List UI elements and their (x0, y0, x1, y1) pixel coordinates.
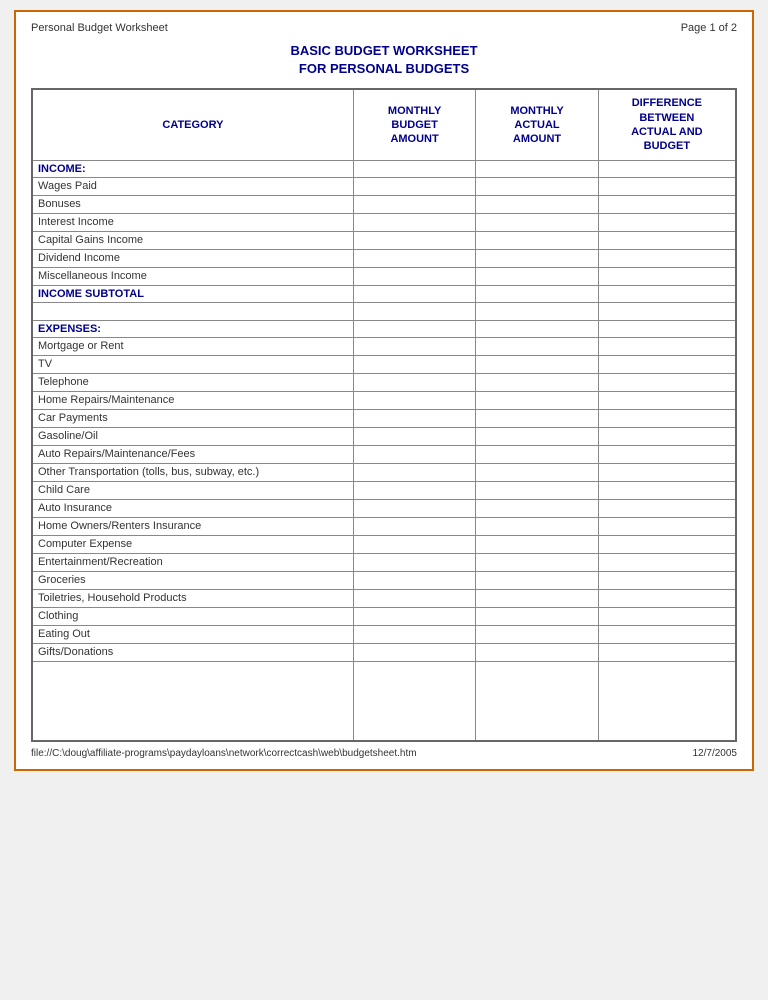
table-row: Auto Repairs/Maintenance/Fees (32, 445, 736, 463)
col-header-difference: DIFFERENCEBETWEENACTUAL ANDBUDGET (598, 89, 736, 160)
table-row: Toiletries, Household Products (32, 589, 736, 607)
bottom-empty-row (32, 661, 736, 741)
page-header: Personal Budget Worksheet Page 1 of 2 (31, 22, 737, 34)
table-row: Gasoline/Oil (32, 427, 736, 445)
table-row: Groceries (32, 571, 736, 589)
budget-table: CATEGORY MONTHLYBUDGETAMOUNT MONTHLYACTU… (31, 88, 737, 742)
table-row: Computer Expense (32, 535, 736, 553)
separator-row (32, 302, 736, 320)
col-header-category: CATEGORY (32, 89, 353, 160)
table-row: Eating Out (32, 625, 736, 643)
table-row: Other Transportation (tolls, bus, subway… (32, 463, 736, 481)
table-row: Child Care (32, 481, 736, 499)
page-footer: file://C:\doug\affiliate-programs\payday… (31, 748, 737, 759)
income-subtotal-row: INCOME SUBTOTAL (32, 285, 736, 302)
table-row: Entertainment/Recreation (32, 553, 736, 571)
table-row: Car Payments (32, 409, 736, 427)
table-row: Mortgage or Rent (32, 337, 736, 355)
table-row: Bonuses (32, 195, 736, 213)
table-row: Auto Insurance (32, 499, 736, 517)
main-title: BASIC BUDGET WORKSHEET FOR PERSONAL BUDG… (31, 42, 737, 78)
col-header-monthly-actual: MONTHLYACTUALAMOUNT (476, 89, 598, 160)
table-row: Gifts/Donations (32, 643, 736, 661)
table-row: Dividend Income (32, 249, 736, 267)
table-row: Home Owners/Renters Insurance (32, 517, 736, 535)
table-row: Wages Paid (32, 177, 736, 195)
table-row: Miscellaneous Income (32, 267, 736, 285)
table-row: Home Repairs/Maintenance (32, 391, 736, 409)
table-row: Telephone (32, 373, 736, 391)
col-header-monthly-budget: MONTHLYBUDGETAMOUNT (353, 89, 475, 160)
page-number: Page 1 of 2 (681, 22, 737, 34)
table-row: Capital Gains Income (32, 231, 736, 249)
footer-url: file://C:\doug\affiliate-programs\payday… (31, 748, 417, 759)
footer-date: 12/7/2005 (693, 748, 738, 759)
expenses-section-label: EXPENSES: (32, 320, 736, 337)
table-row: Clothing (32, 607, 736, 625)
table-header-row: CATEGORY MONTHLYBUDGETAMOUNT MONTHLYACTU… (32, 89, 736, 160)
table-row: Interest Income (32, 213, 736, 231)
doc-title: Personal Budget Worksheet (31, 22, 168, 34)
table-row: TV (32, 355, 736, 373)
page-container: Personal Budget Worksheet Page 1 of 2 BA… (14, 10, 754, 771)
income-section-label: INCOME: (32, 160, 736, 177)
